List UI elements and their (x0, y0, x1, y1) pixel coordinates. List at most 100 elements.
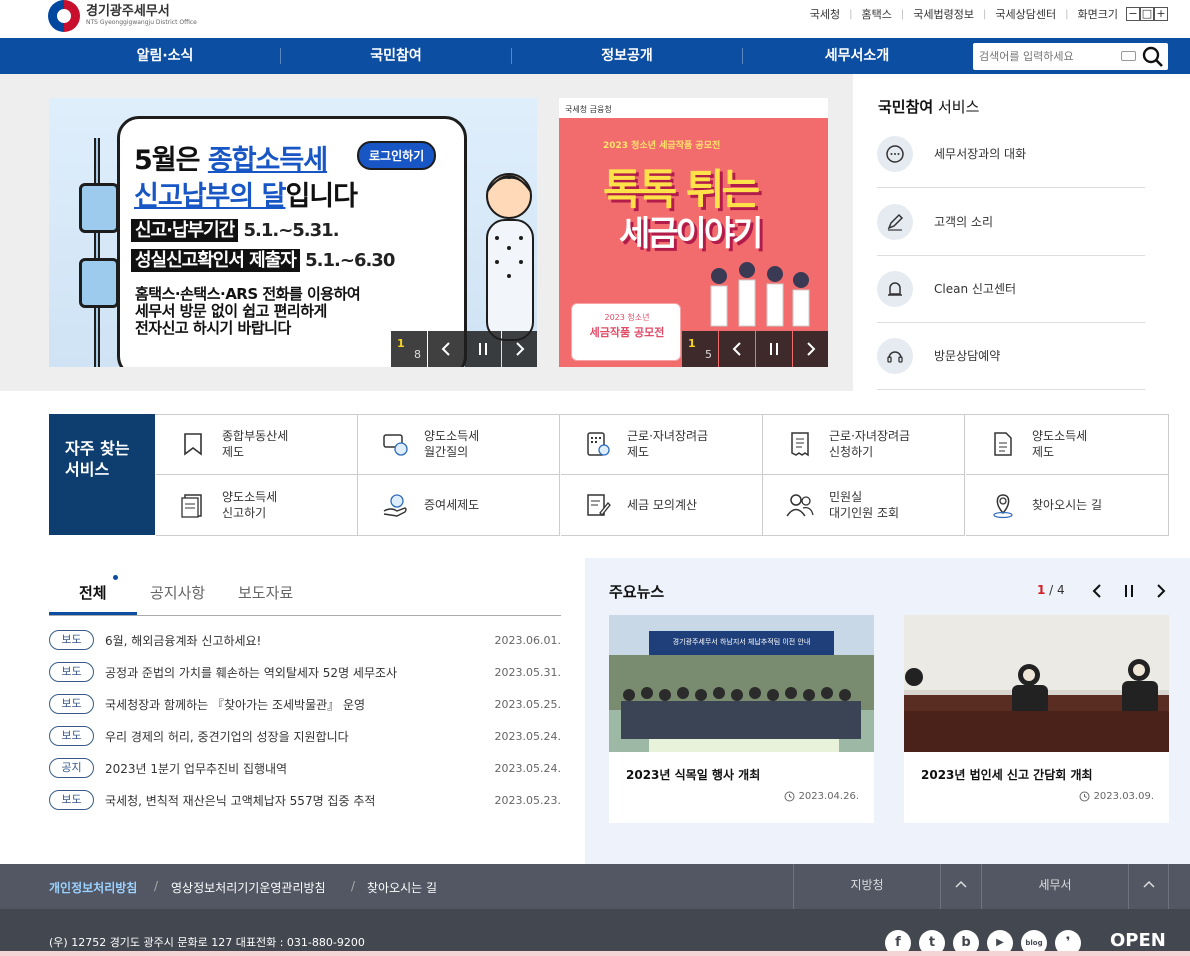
news-date: 2023.05.25. (494, 697, 561, 711)
news-card[interactable]: 2023년 법인세 신고 간담회 개최 2023.03.09. (904, 615, 1169, 823)
zoom-reset-button[interactable]: □ (1140, 7, 1154, 21)
nts-emblem-icon (48, 0, 80, 32)
pause-icon[interactable] (465, 331, 501, 367)
next-icon[interactable] (502, 331, 537, 367)
logo-title: 경기광주세무서 (86, 4, 170, 19)
news-title[interactable]: 우리 경제의 허리, 중견기업의 성장을 지원합니다 (105, 728, 495, 745)
regional-office-select[interactable]: 지방청 (793, 864, 940, 909)
util-link-law[interactable]: 국세법령정보 (913, 6, 974, 22)
prev-icon[interactable] (1087, 580, 1107, 602)
tab-notice[interactable]: 공지사항 (150, 582, 205, 603)
open-logo: OPEN (1110, 930, 1166, 951)
tab-press[interactable]: 보도자료 (238, 582, 293, 603)
gnb-item-disclosure[interactable]: 정보공개 (512, 38, 742, 74)
news-item[interactable]: 보도 국세청, 변칙적 재산은닉 고액체납자 557명 집중 추적 2023.0… (49, 789, 561, 811)
util-link-nts[interactable]: 국세청 (810, 6, 840, 22)
prev-icon[interactable] (719, 331, 755, 367)
news-item[interactable]: 보도 국세청장과 함께하는 『찾아가는 조세박물관』 운영 2023.05.25… (49, 693, 561, 715)
footer-link-cctv[interactable]: 영상정보처리기기운영관리방침 (171, 879, 326, 896)
tax-office-select[interactable]: 세무서 (981, 864, 1128, 909)
next-icon[interactable] (793, 331, 828, 367)
banner2-counter: 15 (682, 331, 718, 367)
news-date: 2023.05.24. (494, 761, 561, 775)
news-card-title[interactable]: 2023년 법인세 신고 간담회 개최 (921, 766, 1093, 783)
service-item-voice[interactable]: 고객의 소리 (877, 188, 1145, 256)
gnb-item-participation[interactable]: 국민참여 (281, 38, 511, 74)
news-title[interactable]: 6월, 해외금융계좌 신고하세요! (105, 632, 495, 649)
main-news-counter: 1 / 4 (1037, 583, 1065, 597)
util-link-center[interactable]: 국세상담센터 (995, 6, 1056, 22)
news-title[interactable]: 공정과 준법의 가치를 훼손하는 역외탈세자 52명 세무조사 (105, 664, 495, 681)
news-item[interactable]: 보도 6월, 해외금융계좌 신고하세요! 2023.06.01. (49, 629, 561, 651)
news-card-title[interactable]: 2023년 식목일 행사 개최 (626, 766, 760, 783)
news-title[interactable]: 국세청장과 함께하는 『찾아가는 조세박물관』 운영 (105, 696, 495, 713)
news-tag: 보도 (49, 630, 94, 650)
news-card-photo-caption: 경기광주세무서 하남지서 체납추적팀 이전 안내 (672, 638, 811, 646)
freq-item-gift-tax[interactable]: 증여세제도 (358, 475, 560, 536)
news-item[interactable]: 보도 우리 경제의 허리, 중견기업의 성장을 지원합니다 2023.05.24… (49, 725, 561, 747)
service-item-clean[interactable]: Clean 신고센터 (877, 255, 1145, 323)
chevron-up-icon[interactable] (940, 864, 981, 909)
service-item-visit[interactable]: 방문상담예약 (877, 322, 1145, 390)
banner-income-tax[interactable]: 5월은 종합소득세 로그인하기 신고납부의 달입니다 신고·납부기간 5.1.~… (49, 98, 537, 367)
pause-icon[interactable] (1119, 580, 1139, 602)
zoom-out-button[interactable]: − (1126, 7, 1140, 21)
footer-link-privacy[interactable]: 개인정보처리방침 (49, 879, 137, 896)
news-item[interactable]: 공지 2023년 1분기 업무추진비 집행내역 2023.05.24. (49, 757, 561, 779)
active-tab-indicator (49, 612, 137, 615)
bookmark-icon (178, 429, 208, 459)
pause-icon[interactable] (756, 331, 792, 367)
banner2-agency: 국세청 금융청 (559, 98, 828, 118)
chevron-up-icon[interactable] (1128, 864, 1169, 909)
coin-hand-icon (380, 490, 410, 520)
news-item[interactable]: 보도 공정과 준법의 가치를 훼손하는 역외탈세자 52명 세무조사 2023.… (49, 661, 561, 683)
next-icon[interactable] (1151, 580, 1171, 602)
search-input[interactable] (979, 47, 1117, 66)
news-tag: 보도 (49, 694, 94, 714)
banner1-period-row: 신고·납부기간 5.1.~5.31. (131, 216, 340, 242)
binder-clip-icon (79, 183, 119, 233)
tab-all[interactable]: 전체 (79, 582, 107, 603)
receipt-icon (785, 429, 815, 459)
news-tag: 보도 (49, 726, 94, 746)
keyboard-icon[interactable] (1121, 51, 1136, 61)
freq-item-transfer-qa[interactable]: 양도소득세 월간질의 (358, 414, 560, 475)
location-icon (988, 490, 1018, 520)
freq-item-incentive[interactable]: 근로·자녀장려금 제도 (561, 414, 763, 475)
news-tag: 보도 (49, 790, 94, 810)
gnb-item-about[interactable]: 세무서소개 (742, 38, 972, 74)
service-item-chat[interactable]: 세무서장과의 대화 (877, 120, 1145, 188)
util-link-hometax[interactable]: 홈택스 (862, 6, 892, 22)
freq-item-property-tax[interactable]: 종합부동산세 제도 (156, 414, 358, 475)
news-card-image (904, 615, 1169, 752)
main-news-title: 주요뉴스 (609, 583, 665, 601)
banner1-login-badge[interactable]: 로그인하기 (357, 141, 437, 170)
prev-icon[interactable] (428, 331, 464, 367)
people-icon (785, 490, 815, 520)
banner-tax-contest[interactable]: 국세청 금융청 2023 청소년 세금작품 공모전 톡톡 튀는 세금이야기 20… (559, 98, 828, 367)
freq-item-tax-simulation[interactable]: 세금 모의계산 (561, 475, 763, 536)
calculator-icon (583, 429, 613, 459)
gnb-item-news[interactable]: 알림·소식 (50, 38, 280, 74)
freq-item-transfer-system[interactable]: 양도소득세 제도 (966, 414, 1169, 475)
news-title[interactable]: 2023년 1분기 업무추진비 집행내역 (105, 760, 495, 777)
binder-clip-icon (79, 258, 119, 308)
freq-item-waiting[interactable]: 민원실 대기인원 조회 (763, 475, 965, 536)
news-tag: 공지 (49, 758, 94, 778)
banner1-counter: 18 (391, 331, 427, 367)
news-card[interactable]: 경기광주세무서 하남지서 체납추적팀 이전 안내 2023년 식목일 행사 개최… (609, 615, 874, 823)
zoom-in-button[interactable]: + (1154, 7, 1168, 21)
news-title[interactable]: 국세청, 변칙적 재산은닉 고액체납자 557명 집중 추적 (105, 792, 495, 809)
site-logo[interactable]: 경기광주세무서 NTS Gyeonggigwangju District Off… (48, 0, 208, 32)
news-tabs: 전체 공지사항 보도자료 (49, 570, 561, 616)
search-icon[interactable] (1141, 45, 1165, 69)
clock-icon (784, 791, 795, 802)
clock-icon (1079, 791, 1090, 802)
pencil-icon (877, 203, 913, 240)
freq-item-directions[interactable]: 찾아오시는 길 (966, 475, 1169, 536)
footer-link-directions[interactable]: 찾아오시는 길 (367, 879, 437, 896)
freq-item-transfer-report[interactable]: 양도소득세 신고하기 (156, 475, 358, 536)
news-date: 2023.05.23. (494, 793, 561, 807)
freq-item-incentive-apply[interactable]: 근로·자녀장려금 신청하기 (763, 414, 965, 475)
utility-nav: 국세청 | 홈택스 | 국세법령정보 | 국세상담센터 | 화면크기 − □ + (810, 6, 1168, 22)
